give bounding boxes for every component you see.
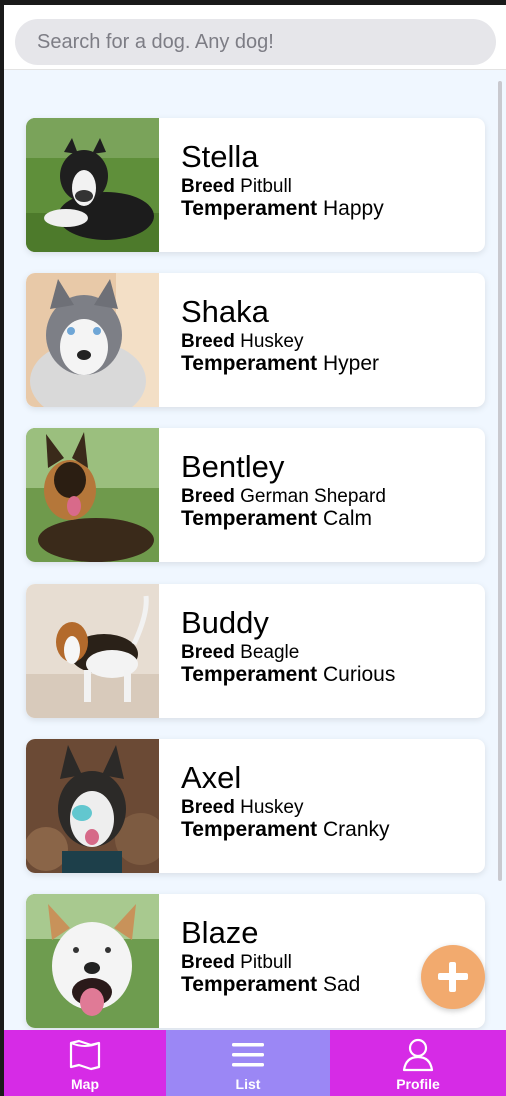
husky-photo	[26, 273, 159, 407]
search-input[interactable]	[15, 19, 496, 65]
dog-name: Shaka	[181, 294, 269, 329]
temperament-label: Temperament	[181, 352, 318, 375]
breed-label: Breed	[181, 952, 235, 973]
dog-name: Blaze	[181, 915, 259, 950]
dog-photo	[26, 739, 159, 873]
dog-card[interactable]: Bentley Breed German Shepard Temperament…	[26, 428, 485, 562]
temperament-label: Temperament	[181, 818, 318, 841]
dog-breed: Beagle	[240, 642, 300, 663]
dog-temperament: Sad	[323, 973, 361, 996]
dog-photo	[26, 428, 159, 562]
husky-photo	[26, 739, 159, 873]
dog-name: Stella	[181, 139, 259, 174]
scrollbar[interactable]	[498, 81, 502, 881]
beagle-photo	[26, 584, 159, 718]
temperament-label: Temperament	[181, 663, 318, 686]
breed-label: Breed	[181, 176, 235, 197]
breed-label: Breed	[181, 486, 235, 507]
dog-temperament: Happy	[323, 197, 384, 220]
breed-label: Breed	[181, 331, 235, 352]
dog-breed: Pitbull	[240, 176, 292, 197]
app-frame: Stella Breed Pitbull Temperament Happy	[4, 5, 506, 1096]
dog-card[interactable]: Stella Breed Pitbull Temperament Happy	[26, 118, 485, 252]
dog-photo	[26, 894, 159, 1028]
dog-temperament: Curious	[323, 663, 396, 686]
dog-name: Bentley	[181, 449, 285, 484]
tab-map[interactable]: Map	[4, 1030, 166, 1096]
dog-card[interactable]: Blaze Breed Pitbull Temperament Sad	[26, 894, 485, 1028]
breed-label: Breed	[181, 642, 235, 663]
dog-name: Axel	[181, 760, 242, 795]
map-icon	[67, 1037, 103, 1073]
tab-label: Profile	[396, 1076, 440, 1092]
breed-label: Breed	[181, 797, 235, 818]
dog-temperament: Calm	[323, 507, 373, 530]
add-dog-button[interactable]	[421, 945, 485, 1009]
pitbull-photo	[26, 118, 159, 252]
dog-temperament: Hyper	[323, 352, 380, 375]
user-icon	[400, 1037, 436, 1073]
tab-label: List	[235, 1076, 261, 1092]
dog-photo	[26, 118, 159, 252]
bottom-tab-bar: Map List Profile	[4, 1030, 506, 1096]
dog-card[interactable]: Shaka Breed Huskey Temperament Hyper	[26, 273, 485, 407]
dog-card[interactable]: Axel Breed Huskey Temperament Cranky	[26, 739, 485, 873]
tab-profile[interactable]: Profile	[330, 1030, 506, 1096]
dog-name: Buddy	[181, 605, 269, 640]
temperament-label: Temperament	[181, 973, 318, 996]
dog-temperament: Cranky	[323, 818, 390, 841]
dog-breed: Pitbull	[240, 952, 292, 973]
tab-label: Map	[71, 1076, 99, 1092]
dog-card[interactable]: Buddy Breed Beagle Temperament Curious	[26, 584, 485, 718]
german-shepherd-photo	[26, 428, 159, 562]
dog-breed: German Shepard	[240, 486, 386, 507]
search-bar	[4, 5, 506, 70]
dog-breed: Huskey	[240, 797, 304, 818]
list-icon	[230, 1037, 266, 1073]
dog-breed: Huskey	[240, 331, 304, 352]
dog-photo	[26, 273, 159, 407]
temperament-label: Temperament	[181, 507, 318, 530]
tab-list[interactable]: List	[166, 1030, 330, 1096]
dog-photo	[26, 584, 159, 718]
pitbull-photo	[26, 894, 159, 1028]
temperament-label: Temperament	[181, 197, 318, 220]
dog-list[interactable]: Stella Breed Pitbull Temperament Happy S…	[4, 71, 506, 1030]
